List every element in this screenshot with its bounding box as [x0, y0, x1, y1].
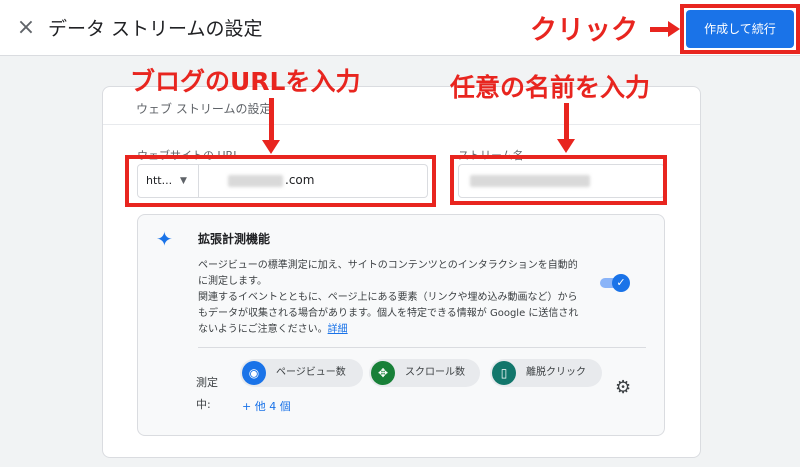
description-line: もデータが収集される場合があります。個人を特定できる情報が Google に送信…	[198, 308, 579, 319]
measuring-label: 測定 中:	[196, 372, 220, 416]
arrow-line	[269, 98, 274, 142]
arrow-down-icon	[262, 140, 280, 154]
chip-scrolls[interactable]: ✥ スクロール数	[369, 359, 480, 387]
enhanced-measurement-toggle[interactable]: ✓	[598, 274, 630, 292]
description-line: に測定します。	[198, 276, 267, 287]
arrow-line	[564, 103, 569, 141]
check-icon: ✓	[612, 274, 630, 292]
page-title: データ ストリームの設定	[48, 18, 263, 40]
chip-label: 離脱クリック	[526, 367, 586, 378]
divider	[103, 124, 700, 125]
chip-label: ページビュー数	[276, 367, 346, 378]
section-title: ウェブ ストリームの設定	[136, 102, 272, 116]
name-annotation: 任意の名前を入力	[450, 73, 651, 102]
close-icon[interactable]: ×	[14, 16, 38, 40]
scroll-target-icon: ✥	[371, 361, 395, 385]
details-link[interactable]: 詳細	[328, 324, 348, 335]
chip-outbound-clicks[interactable]: ▯ 離脱クリック	[490, 359, 602, 387]
divider	[198, 347, 646, 348]
arrow-down-icon	[557, 139, 575, 153]
button-highlight-box	[680, 4, 800, 54]
measuring-label-line: 測定	[196, 376, 218, 389]
name-highlight-box	[450, 155, 667, 205]
chip-label: スクロール数	[405, 367, 465, 378]
chip-page-views[interactable]: ◉ ページビュー数	[240, 359, 363, 387]
enhanced-measurement-title: 拡張計測機能	[198, 232, 271, 246]
description-text: ないようにご注意ください。	[198, 324, 328, 335]
mouse-icon: ▯	[492, 361, 516, 385]
arrow-right-icon	[668, 21, 680, 37]
more-events-link[interactable]: + 他 4 個	[242, 398, 291, 414]
description-line: 関連するイベントとともに、ページ上にある要素（リンクや埋め込み動画など）から	[198, 292, 578, 303]
blog-url-annotation: ブログのURLを入力	[130, 67, 361, 96]
measuring-label-line: 中:	[196, 398, 211, 411]
sparkle-icon: ✦	[156, 227, 173, 251]
url-highlight-box	[125, 155, 436, 207]
eye-icon: ◉	[242, 361, 266, 385]
description-line: ページビューの標準測定に加え、サイトのコンテンツとのインタラクションを自動的	[198, 260, 578, 271]
arrow-line	[650, 27, 670, 32]
click-annotation: クリック	[530, 15, 638, 46]
gear-icon[interactable]: ⚙	[615, 378, 631, 398]
description-line-last: ないようにご注意ください。詳細	[198, 322, 348, 338]
